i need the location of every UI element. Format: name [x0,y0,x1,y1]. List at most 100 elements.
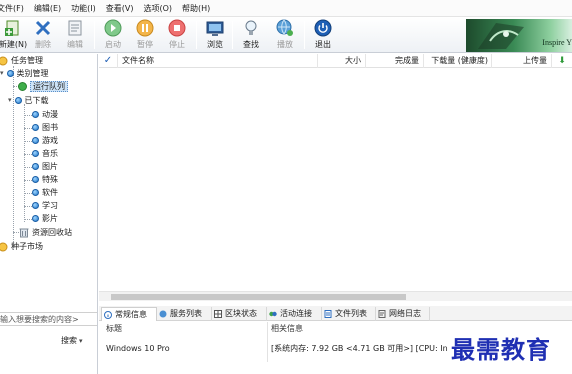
tree-node-software[interactable]: 软件 [32,186,58,199]
tree-label-selected: 运行队列 [30,81,68,92]
edit-label: 编辑 [67,40,83,49]
column-downloaded-health[interactable]: 下载量 (健康度) [424,54,492,68]
menu-function[interactable]: 功能(I) [66,0,101,17]
menu-edit[interactable]: 编辑(E) [29,0,66,17]
toolbar-separator [304,21,305,49]
tree-node-anime[interactable]: 动漫 [32,108,58,121]
category-dot-icon [32,137,39,144]
menu-help[interactable]: 帮助(H) [177,0,215,17]
tree-node-task-manager[interactable]: 任务管理 [0,54,43,67]
column-completed[interactable]: 完成量 [366,54,424,68]
tree-line [24,167,32,168]
browse-button[interactable]: 浏览 [200,19,230,51]
checkmark-icon: ✓ [103,55,113,66]
tree-label: 图片 [42,162,58,171]
tab-general-info[interactable]: 常规信息 [101,307,157,321]
delete-button[interactable]: 删除 [28,19,58,51]
detail-header-title: 标题 [106,324,122,333]
edit-button[interactable]: 编辑 [60,19,90,51]
tree-node-seed-market[interactable]: 种子市场 [0,240,43,253]
tree-node-running-queue[interactable]: 运行队列 [18,80,68,93]
pause-button[interactable]: 暂停 [130,19,160,51]
tree-line [24,193,32,194]
downloaded-dot-icon [14,97,22,104]
scrollbar-thumb[interactable] [111,294,406,300]
menu-bar: 文件(F) 编辑(E) 功能(I) 查看(V) 选项(O) 帮助(H) [0,0,572,17]
detail-tabs: 常规信息 服务列表 区块状态 活动连接 文件列表 网络日志 [99,306,572,321]
recycle-bin-icon [19,228,29,238]
toolbar-separator [232,21,233,49]
exit-button[interactable]: 退出 [308,19,338,51]
tree-line [24,104,25,222]
task-list-header: ✓ 文件名称 大小 完成量 下载量 (健康度) 上传量 ⬇ [99,54,572,68]
menu-file[interactable]: 文件(F) [0,0,29,17]
category-dot-icon [32,176,39,183]
tree-line [24,180,32,181]
tab-active-connections[interactable]: 活动连接 [267,307,322,321]
globe-icon [159,310,167,318]
tree-label: 游戏 [42,136,58,145]
stop-circle-icon [168,19,186,37]
tree-node-books[interactable]: 图书 [32,121,58,134]
connections-icon [269,311,277,317]
toolbar-separator [94,21,95,49]
tree-node-movies[interactable]: 影片 [32,212,58,225]
tab-block-status[interactable]: 区块状态 [212,307,267,321]
task-list-body[interactable] [99,68,572,290]
tab-service-list[interactable]: 服务列表 [157,307,212,321]
tab-network-log[interactable]: 网络日志 [376,307,430,321]
running-status-icon [18,82,27,91]
tree-node-games[interactable]: 游戏 [32,134,58,147]
tree-label: 特殊 [42,175,58,184]
select-all-column[interactable]: ✓ [99,54,118,68]
play-circle-icon [104,19,122,37]
column-size[interactable]: 大小 [318,54,366,68]
menu-options[interactable]: 选项(O) [138,0,177,17]
category-dot-icon [32,215,39,222]
column-uploaded[interactable]: 上传量 [492,54,552,68]
sort-column[interactable]: ⬇ [552,54,572,68]
folder-star-icon [0,56,8,65]
find-bulb-icon [245,20,257,35]
category-dot-icon [32,124,39,131]
detail-header-info: 相关信息 [271,324,303,333]
browse-label: 浏览 [207,40,223,49]
seed-market-icon [0,242,8,251]
column-file-name[interactable]: 文件名称 [118,54,318,68]
tree-node-study[interactable]: 学习 [32,199,58,212]
column-divider [267,322,268,362]
tree-node-recycle-bin[interactable]: 资源回收站 [19,226,72,239]
pause-circle-icon [136,19,154,37]
tree-node-special[interactable]: 特殊 [32,173,58,186]
search-input[interactable]: 输入想要搜索的内容> [0,312,97,326]
tree-node-music[interactable]: 音乐 [32,147,58,160]
play-button[interactable]: 播放 [270,19,300,51]
menu-view[interactable]: 查看(V) [101,0,139,17]
green-down-arrow-icon: ⬇ [558,56,566,66]
category-dot-icon [32,150,39,157]
tab-label: 服务列表 [170,309,202,318]
stop-button[interactable]: 停止 [162,19,192,51]
tree-label: 学习 [42,201,58,210]
search-button[interactable]: 搜索 ▾ [61,335,83,346]
expand-arrow-icon: ▾ [0,69,4,77]
new-label: 新建(N) [0,40,28,49]
tab-file-list[interactable]: 文件列表 [322,307,376,321]
tree-node-pictures[interactable]: 图片 [32,160,58,173]
horizontal-scrollbar[interactable] [99,291,572,301]
tree-node-category[interactable]: ▾ 类别管理 [0,67,49,80]
log-icon [378,310,386,318]
brand-logo-icon [478,23,524,49]
category-dot-icon [32,163,39,170]
start-button[interactable]: 启动 [98,19,128,51]
search-button-label: 搜索 [61,336,77,345]
tree-node-downloaded[interactable]: ▾ 已下载 [8,94,49,107]
new-button[interactable]: 新建(N) [0,19,28,51]
tree-label: 资源回收站 [32,228,72,237]
delete-label: 删除 [35,40,51,49]
tree-label: 图书 [42,123,58,132]
category-dot-icon [32,189,39,196]
tree-line [24,115,32,116]
tree-label: 类别管理 [16,69,49,78]
find-button[interactable]: 查找 [236,19,266,51]
